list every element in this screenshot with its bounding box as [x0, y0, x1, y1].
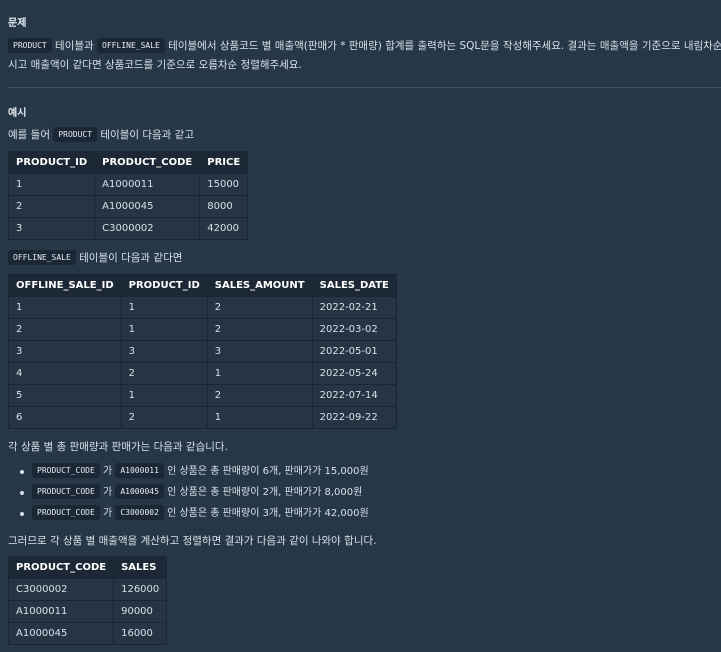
problem-heading: 문제	[8, 18, 27, 29]
column-header: OFFLINE_SALE_ID	[8, 274, 122, 297]
table-cell: 5	[8, 384, 122, 407]
table-row: 3 C3000002 42000	[7, 217, 249, 240]
table-cell: 1	[120, 296, 208, 319]
table-row: C3000002 126000	[7, 578, 168, 601]
offline-sale-table: OFFLINE_SALE_ID PRODUCT_ID SALES_AMOUNT …	[8, 274, 397, 429]
table-cell: 1	[7, 173, 96, 196]
divider	[8, 87, 721, 88]
table-cell: A1000011	[7, 600, 115, 623]
table-cell: 8000	[199, 195, 249, 218]
table-header-row: PRODUCT_CODE SALES	[7, 556, 168, 579]
table-cell: 1	[206, 406, 313, 429]
problem-line-2: 시고 매출액이 같다면 상품코드를 기준으로 오름차순 정렬해주세요.	[8, 59, 302, 71]
offline-intro: OFFLINE_SALE 테이블이 다음과 같다면	[8, 250, 182, 265]
table-cell: 2	[206, 318, 313, 341]
table-cell: 2	[7, 195, 96, 218]
table-cell: 1	[120, 384, 208, 407]
table-cell: A1000045	[94, 195, 201, 218]
table-cell: C3000002	[94, 217, 201, 240]
table-row: 4 2 1 2022-05-24	[8, 362, 397, 385]
column-header: PRODUCT_CODE	[7, 556, 115, 579]
table-row: A1000045 16000	[7, 622, 168, 645]
column-header: PRODUCT_ID	[120, 274, 208, 297]
table-cell: 1	[206, 362, 313, 385]
table-cell: 16000	[113, 622, 168, 645]
summary-list: PRODUCT_CODE 가 A1000011 인 상품은 총 판매량이 6개,…	[8, 461, 369, 524]
table-row: 1 A1000011 15000	[7, 173, 249, 196]
table-cell: 4	[8, 362, 122, 385]
table-cell: 3	[120, 340, 208, 363]
table-cell: 3	[7, 217, 96, 240]
table-row: 2 1 2 2022-03-02	[8, 318, 397, 341]
table-cell: 2022-09-22	[311, 406, 397, 429]
table-cell: A1000045	[7, 622, 115, 645]
table-cell: 2022-03-02	[311, 318, 397, 341]
table-cell: 2	[8, 318, 122, 341]
code-product: PRODUCT	[53, 127, 98, 142]
table-cell: 3	[206, 340, 313, 363]
example-heading: 예시	[8, 108, 27, 119]
table-row: 6 2 1 2022-09-22	[8, 406, 397, 429]
column-header: PRODUCT_ID	[7, 151, 96, 174]
table-cell: A1000011	[94, 173, 201, 196]
table-cell: 2022-07-14	[311, 384, 397, 407]
table-row: 2 A1000045 8000	[7, 195, 249, 218]
column-header: PRICE	[199, 151, 249, 174]
example-intro: 예를 들어 PRODUCT 테이블이 다음과 같고	[8, 127, 194, 142]
table-header-row: OFFLINE_SALE_ID PRODUCT_ID SALES_AMOUNT …	[8, 274, 397, 297]
table-cell: 2022-02-21	[311, 296, 397, 319]
table-cell: 90000	[113, 600, 168, 623]
list-item: PRODUCT_CODE 가 C3000002 인 상품은 총 판매량이 3개,…	[8, 503, 369, 524]
table-cell: 6	[8, 406, 122, 429]
product-table: PRODUCT_ID PRODUCT_CODE PRICE 1 A1000011…	[7, 151, 249, 240]
column-header: SALES	[113, 556, 168, 579]
result-intro: 그러므로 각 상품 별 매출액을 계산하고 정렬하면 결과가 다음과 같이 나와…	[8, 535, 377, 547]
table-cell: 1	[120, 318, 208, 341]
result-table: PRODUCT_CODE SALES C3000002 126000 A1000…	[7, 556, 168, 645]
list-item: PRODUCT_CODE 가 A1000011 인 상품은 총 판매량이 6개,…	[8, 461, 369, 482]
table-cell: 2	[120, 406, 208, 429]
table-row: 3 3 3 2022-05-01	[8, 340, 397, 363]
table-cell: 2	[206, 384, 313, 407]
summary-intro: 각 상품 별 총 판매량과 판매가는 다음과 같습니다.	[8, 441, 228, 453]
table-row: 1 1 2 2022-02-21	[8, 296, 397, 319]
table-header-row: PRODUCT_ID PRODUCT_CODE PRICE	[7, 151, 249, 174]
table-cell: 2	[120, 362, 208, 385]
table-row: 5 1 2 2022-07-14	[8, 384, 397, 407]
table-row: A1000011 90000	[7, 600, 168, 623]
code-offline-sale: OFFLINE_SALE	[97, 38, 165, 53]
table-cell: 126000	[113, 578, 168, 601]
code-product: PRODUCT	[8, 38, 52, 53]
list-item: PRODUCT_CODE 가 A1000045 인 상품은 총 판매량이 2개,…	[8, 482, 369, 503]
table-cell: C3000002	[7, 578, 115, 601]
table-cell: 2	[206, 296, 313, 319]
table-cell: 2022-05-24	[311, 362, 397, 385]
table-cell: 42000	[199, 217, 249, 240]
column-header: SALES_AMOUNT	[206, 274, 313, 297]
problem-line-1: PRODUCT 테이블과 OFFLINE_SALE 테이블에서 상품코드 별 매…	[8, 38, 721, 53]
column-header: SALES_DATE	[311, 274, 397, 297]
code-offline-sale: OFFLINE_SALE	[8, 250, 76, 265]
problem-description: 문제 PRODUCT 테이블과 OFFLINE_SALE 테이블에서 상품코드 …	[0, 0, 721, 652]
column-header: PRODUCT_CODE	[94, 151, 201, 174]
table-cell: 3	[8, 340, 122, 363]
table-cell: 15000	[199, 173, 249, 196]
table-cell: 2022-05-01	[311, 340, 397, 363]
table-cell: 1	[8, 296, 122, 319]
